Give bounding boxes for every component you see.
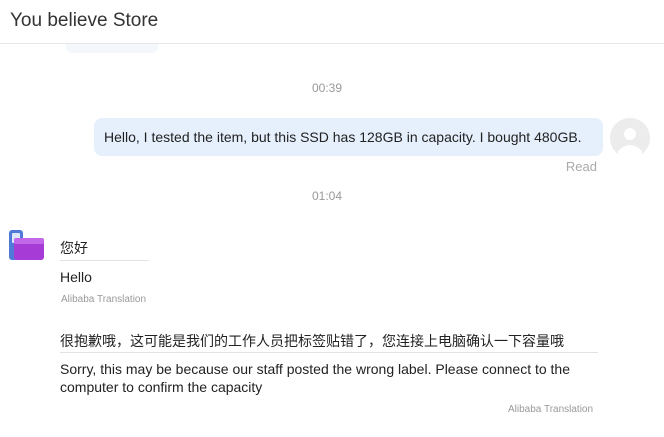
person-placeholder-icon [610,118,650,158]
incoming-message-original: 很抱歉哦，这可能是我们的工作人员把标签贴错了，您连接上电脑确认一下容量哦 [60,333,564,349]
store-name: You believe Store [10,10,159,31]
translation-source-label: Alibaba Translation [61,294,147,305]
previous-message-bubble [66,44,158,53]
timestamp: 01:04 [311,189,343,203]
incoming-message-translation: Sorry, this may be because our staff pos… [60,361,571,395]
incoming-message-translation: Hello [60,269,92,285]
translation-source-label: Alibaba Translation [508,404,594,415]
user-avatar[interactable] [610,118,650,158]
seller-avatar[interactable] [8,226,46,264]
outgoing-message[interactable]: Hello, I tested the item, but this SSD h… [94,118,603,156]
translation-divider [60,260,149,261]
read-status: Read [565,159,597,174]
translation-divider [60,352,598,353]
store-logo-icon [9,230,44,260]
incoming-message-original: 您好 [60,240,88,256]
chat-header: You believe Store [0,0,664,44]
timestamp: 00:39 [311,81,343,95]
